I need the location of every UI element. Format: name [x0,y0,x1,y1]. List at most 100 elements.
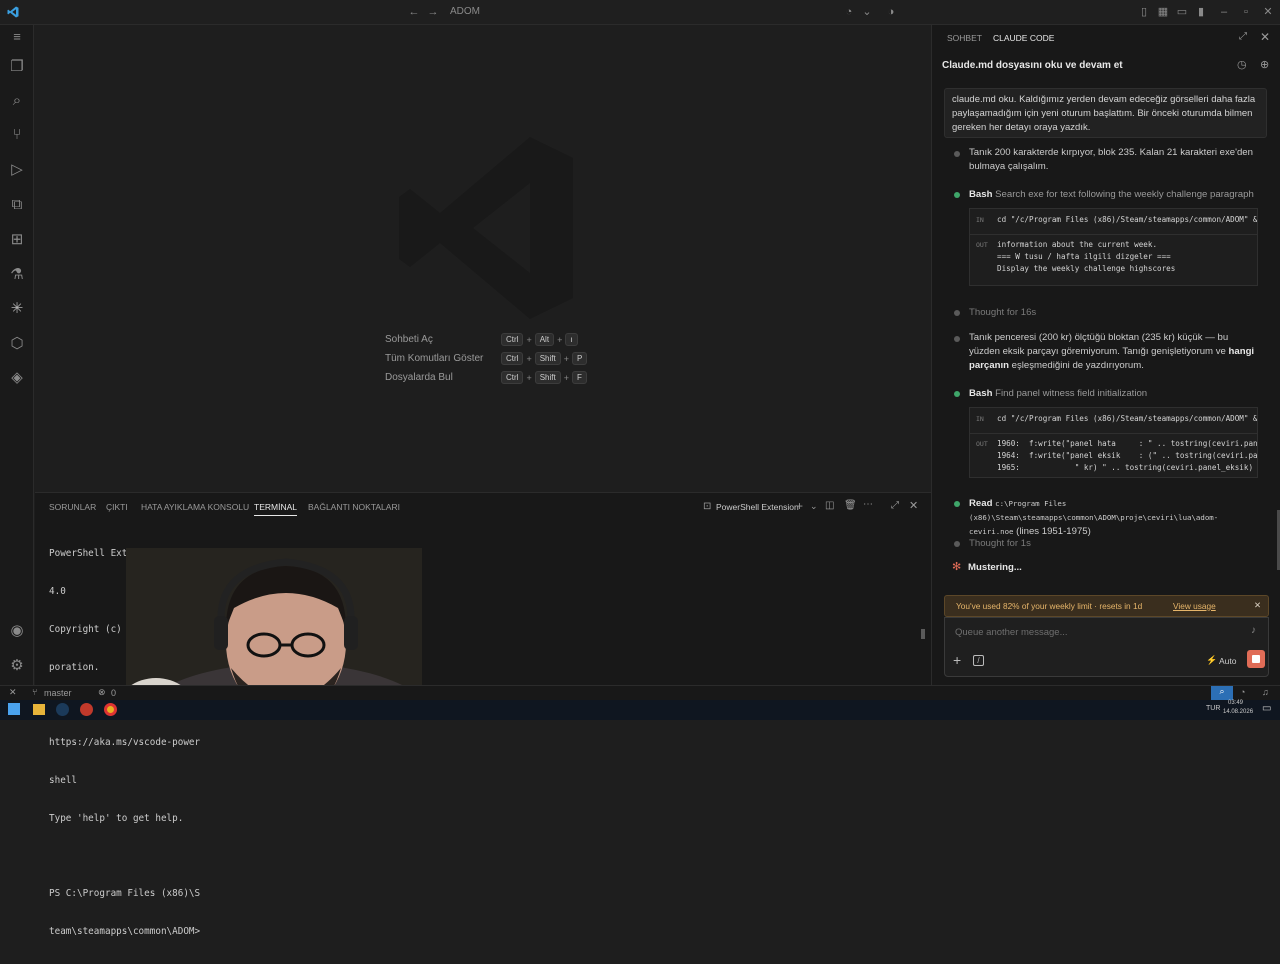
key: F [572,371,587,384]
terminal-name[interactable]: PowerShell Extension [716,502,799,512]
split-terminal-icon[interactable]: ◫ [825,500,834,511]
activity-bar: ≡ ❐ ⌕ ⑂ ▷ ⧉ ⊞ ⚗ ✳ ⬡ ◈ ◉ ⚙ [0,25,34,685]
file-explorer-icon[interactable] [33,704,45,715]
new-terminal-icon[interactable]: + [796,499,803,513]
menu-icon[interactable]: ≡ [7,27,27,47]
maximize-icon[interactable]: ▫ [1240,6,1252,18]
stop-button[interactable] [1247,650,1265,668]
explorer-icon[interactable]: ❐ [7,57,27,77]
terminal-line: shell [49,774,77,786]
tab-terminal[interactable]: TERMİNAL [254,502,297,516]
shortcut-find-in-files[interactable]: Dosyalarda Bul Ctrl + Shift + F [385,371,605,385]
steam-icon[interactable] [56,703,69,716]
more-actions-icon[interactable]: ⋯ [863,499,873,510]
editor-area: Sohbeti Aç Ctrl + Alt + ı Tüm Komutları Gö… [35,25,931,492]
minimize-icon[interactable]: – [1218,6,1230,18]
account-icon[interactable]: ◉ [7,621,27,641]
forward-arrow-icon[interactable]: → [427,6,439,18]
copilot-icon[interactable]: ◔ [843,6,855,18]
errors-count[interactable]: 0 [111,688,116,698]
clock-time: 03:49 [1228,700,1244,706]
mode-selector[interactable]: Auto [1219,656,1237,666]
close-panel-icon[interactable]: ✕ [909,499,918,512]
code-line: Display the weekly challenge highscores [997,264,1176,273]
containers-icon[interactable]: ⬡ [7,334,27,354]
tab-claude-code[interactable]: CLAUDE CODE [993,33,1054,43]
expand-icon[interactable]: ⤢ [1239,31,1247,42]
bullet-dot [954,151,960,157]
key: Shift [534,352,561,365]
language-indicator[interactable]: TUR [1206,705,1220,712]
shortcut-label: Dosyalarda Bul [385,372,453,383]
branch-name[interactable]: master [44,688,72,698]
usage-text: You've used 82% of your weekly limit · r… [956,601,1143,611]
add-attachment-icon[interactable]: + [953,652,961,668]
remote-icon[interactable]: ✕ [9,687,17,698]
shortcut-label: Sohbeti Aç [385,334,433,345]
bullet-dot [954,310,960,316]
text-part: eşleşmediğini de yazdırıyorum. [1009,360,1144,371]
app-icon[interactable] [80,703,93,716]
slash-command-icon[interactable]: / [973,655,984,666]
message-input-box[interactable]: Queue another message... ♪ + / ⚡ Auto [944,617,1269,677]
toggle-panel-icon[interactable]: ▭ [1176,6,1188,18]
mode-icon: ⚡ [1206,655,1218,665]
text-part: Tanık penceresi (200 kr) ölçtüğü bloktan… [969,332,1229,357]
read-tool-header[interactable]: Read c:\Program Files (x86)\Steam\steama… [969,497,1259,539]
new-session-icon[interactable]: ⊕ [1260,58,1269,71]
code-line: information about the current week. [997,240,1158,249]
tab-output[interactable]: ÇIKTI [106,502,128,512]
code-line: cd "/c/Program Files (x86)/Steam/steamap… [997,414,1258,423]
python-icon[interactable]: ◈ [7,368,27,388]
back-arrow-icon[interactable]: ← [408,6,420,18]
microphone-icon[interactable]: ♪ [1251,625,1256,636]
scrollbar-thumb[interactable] [921,629,925,639]
tab-debug-console[interactable]: HATA AYIKLAMA KONSOLU [141,502,249,512]
bash-tool-header[interactable]: Bash Find panel witness field initializa… [969,387,1269,401]
tab-ports[interactable]: BAĞLANTI NOKTALARI [308,502,400,512]
message-input-placeholder[interactable]: Queue another message... [955,627,1068,638]
extensions-icon[interactable]: ⊞ [7,230,27,250]
chevron-down-icon[interactable]: ⌄ [810,501,818,512]
layout-grid-icon[interactable]: ▦ [1157,6,1169,18]
claude-icon[interactable]: ✳ [7,299,27,319]
bash-tag: Bash [969,388,993,399]
usage-banner: You've used 82% of your weekly limit · r… [944,595,1269,617]
bash-tool-header[interactable]: Bash Search exe for text following the w… [969,188,1269,202]
maximize-panel-icon[interactable]: ⤢ [891,500,899,511]
close-window-icon[interactable]: ✕ [1262,6,1274,18]
notification-icon[interactable]: ▭ [1262,703,1271,714]
close-icon[interactable]: ✕ [1260,30,1270,44]
shortcut-show-all-commands[interactable]: Tüm Komutları Göster Ctrl + Shift + P [385,352,605,366]
zoom-icon[interactable]: ⌕ [1211,686,1233,700]
chevron-down-icon[interactable]: ⌄ [861,6,873,18]
user-message-text: claude.md oku. Kaldığımız yerden devam e… [952,94,1256,133]
bash-description: Find panel witness field initialization [995,388,1148,399]
chrome-icon[interactable] [104,703,117,716]
trash-icon[interactable]: 🗑 [844,500,857,511]
remote-explorer-icon[interactable]: ⧉ [7,195,27,215]
toggle-sidebar-icon[interactable]: ▯ [1138,6,1150,18]
copilot-status-icon[interactable]: ◔ [1240,687,1245,697]
search-icon[interactable]: ⌕ [7,91,27,111]
run-debug-icon[interactable]: ▷ [7,160,27,180]
tab-problems[interactable]: SORUNLAR [49,502,96,512]
code-line: cd "/c/Program Files (x86)/Steam/steamap… [997,215,1258,224]
thought-indicator[interactable]: Thought for 16s [969,306,1269,320]
gear-icon[interactable]: ⚙ [7,656,27,676]
view-usage-link[interactable]: View usage [1173,601,1216,611]
bell-icon[interactable]: ♫ [1262,687,1269,697]
history-icon[interactable]: ◷ [1237,58,1247,71]
thought-indicator[interactable]: Thought for 1s [969,537,1269,551]
toggle-secondary-sidebar-icon[interactable]: ▮ [1195,6,1207,18]
shortcut-open-chat[interactable]: Sohbeti Aç Ctrl + Alt + ı [385,333,605,347]
testing-icon[interactable]: ⚗ [7,265,27,285]
tab-chat[interactable]: SOHBET [947,33,982,43]
accounts-icon[interactable]: ◑ [885,6,897,18]
close-banner-icon[interactable]: ✕ [1254,600,1261,610]
source-control-icon[interactable]: ⑂ [7,125,27,145]
read-tag: Read [969,498,993,509]
start-icon[interactable] [8,703,20,715]
key: ı [565,333,578,346]
terminal-line: team\steamapps\common\ADOM> [49,926,201,937]
